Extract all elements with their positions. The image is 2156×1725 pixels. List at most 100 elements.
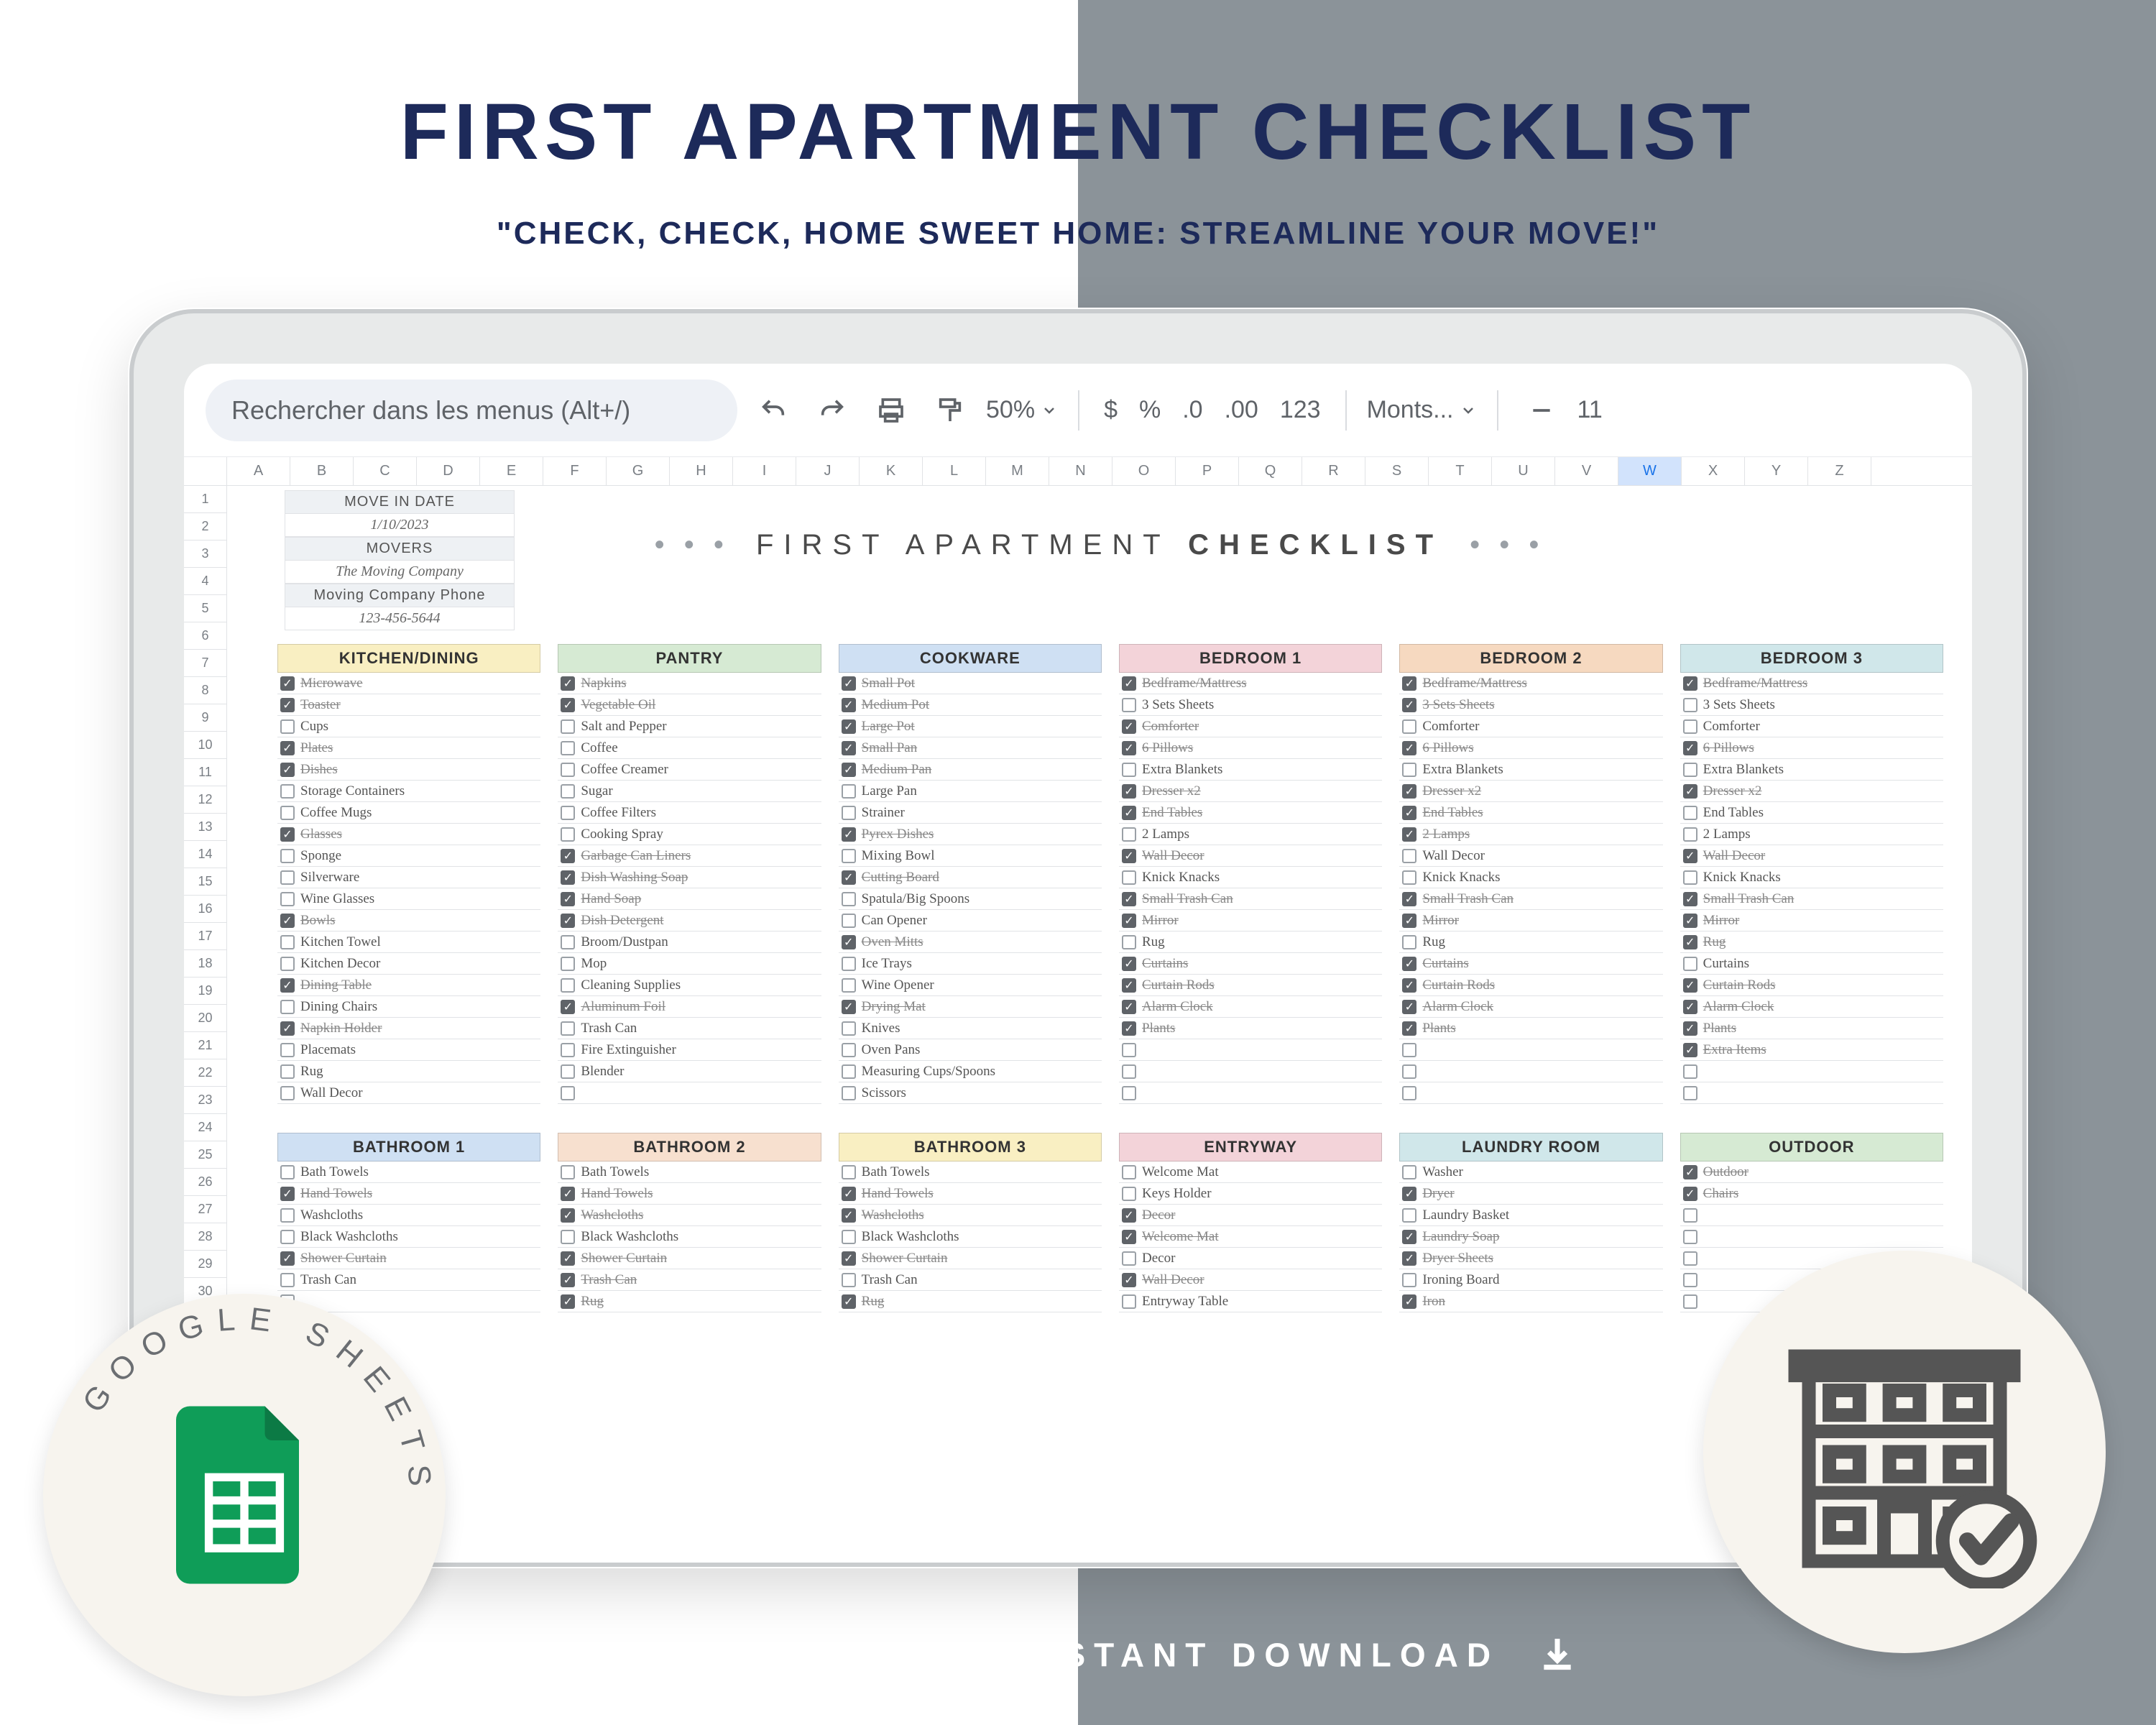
checkbox-icon[interactable]	[561, 1064, 575, 1079]
checkbox-icon[interactable]: ✓	[1683, 741, 1697, 755]
checkbox-icon[interactable]	[1683, 806, 1697, 820]
checklist-item[interactable]: ✓Hand Soap	[558, 888, 821, 910]
checklist-item[interactable]: Knick Knacks	[1119, 867, 1382, 888]
checkbox-icon[interactable]: ✓	[1122, 784, 1136, 799]
checklist-item[interactable]: ✓Small Pot	[839, 673, 1102, 694]
row-number[interactable]: 3	[184, 540, 226, 568]
movers-value[interactable]: The Moving Company	[285, 561, 515, 584]
column-header-G[interactable]: G	[607, 457, 670, 485]
checkbox-icon[interactable]: ✓	[1402, 1187, 1416, 1201]
checkbox-icon[interactable]: ✓	[1122, 741, 1136, 755]
checklist-item[interactable]: Coffee Filters	[558, 802, 821, 824]
checklist-item[interactable]: Extra Blankets	[1119, 759, 1382, 781]
checkbox-icon[interactable]: ✓	[1683, 914, 1697, 928]
checklist-item[interactable]: Storage Containers	[277, 781, 540, 802]
checkbox-icon[interactable]	[561, 719, 575, 734]
checklist-item[interactable]: ✓6 Pillows	[1680, 737, 1943, 759]
checkbox-icon[interactable]: ✓	[561, 676, 575, 691]
checkbox-icon[interactable]	[561, 1043, 575, 1057]
checkbox-icon[interactable]: ✓	[1402, 784, 1416, 799]
checklist-item[interactable]: ✓Dryer	[1399, 1183, 1662, 1205]
row-number[interactable]: 2	[184, 513, 226, 540]
checklist-item[interactable]: Mixing Bowl	[839, 845, 1102, 867]
checklist-item[interactable]: ✓Hand Towels	[277, 1183, 540, 1205]
checkbox-icon[interactable]: ✓	[1122, 806, 1136, 820]
column-header-U[interactable]: U	[1492, 457, 1555, 485]
checkbox-icon[interactable]	[561, 1021, 575, 1036]
checkbox-icon[interactable]	[280, 1064, 295, 1079]
checklist-item[interactable]: ✓3 Sets Sheets	[1399, 694, 1662, 716]
checkbox-icon[interactable]: ✓	[842, 719, 856, 734]
checklist-item[interactable]: ✓Mirror	[1399, 910, 1662, 932]
checkbox-icon[interactable]: ✓	[280, 763, 295, 777]
checklist-item[interactable]: Extra Blankets	[1399, 759, 1662, 781]
checkbox-icon[interactable]: ✓	[1402, 1294, 1416, 1309]
checklist-item[interactable]: ✓6 Pillows	[1399, 737, 1662, 759]
checklist-item[interactable]: Ironing Board	[1399, 1269, 1662, 1291]
checklist-item[interactable]: Knives	[839, 1018, 1102, 1039]
checkbox-icon[interactable]	[1683, 698, 1697, 712]
checkbox-icon[interactable]	[561, 827, 575, 842]
checklist-item[interactable]: ✓Curtain Rods	[1399, 975, 1662, 996]
checkbox-icon[interactable]: ✓	[842, 1294, 856, 1309]
checkbox-icon[interactable]	[280, 870, 295, 885]
column-header-Q[interactable]: Q	[1239, 457, 1302, 485]
checklist-item[interactable]: ✓Dish Detergent	[558, 910, 821, 932]
checklist-item[interactable]	[1399, 1082, 1662, 1104]
checklist-item[interactable]: Placemats	[277, 1039, 540, 1061]
checklist-item[interactable]: ✓Plants	[1119, 1018, 1382, 1039]
row-number[interactable]: 17	[184, 923, 226, 950]
checklist-item[interactable]: ✓Napkin Holder	[277, 1018, 540, 1039]
checkbox-icon[interactable]: ✓	[842, 827, 856, 842]
row-number[interactable]: 13	[184, 814, 226, 841]
checkbox-icon[interactable]	[842, 1165, 856, 1179]
zoom-dropdown[interactable]: 50%	[986, 396, 1058, 424]
row-number[interactable]: 19	[184, 978, 226, 1005]
checkbox-icon[interactable]	[280, 957, 295, 971]
checkbox-icon[interactable]	[1122, 1165, 1136, 1179]
checklist-item[interactable]: Welcome Mat	[1119, 1162, 1382, 1183]
checklist-item[interactable]: Blender	[558, 1061, 821, 1082]
checklist-item[interactable]: Wine Opener	[839, 975, 1102, 996]
column-header-Z[interactable]: Z	[1808, 457, 1871, 485]
row-number[interactable]: 22	[184, 1059, 226, 1087]
checkbox-icon[interactable]: ✓	[1122, 892, 1136, 906]
checkbox-icon[interactable]	[1122, 870, 1136, 885]
row-number[interactable]: 11	[184, 759, 226, 786]
checklist-item[interactable]: ✓Outdoor	[1680, 1162, 1943, 1183]
checklist-item[interactable]: Rug	[1399, 932, 1662, 953]
column-header-A[interactable]: A	[227, 457, 290, 485]
checklist-item[interactable]: Comforter	[1680, 716, 1943, 737]
checkbox-icon[interactable]	[561, 935, 575, 949]
percent-button[interactable]: %	[1135, 396, 1165, 424]
checkbox-icon[interactable]: ✓	[1402, 827, 1416, 842]
checkbox-icon[interactable]: ✓	[1683, 892, 1697, 906]
checklist-item[interactable]: Rug	[277, 1061, 540, 1082]
checkbox-icon[interactable]: ✓	[280, 1251, 295, 1266]
checkbox-icon[interactable]: ✓	[1122, 1021, 1136, 1036]
row-number[interactable]: 8	[184, 677, 226, 704]
checkbox-icon[interactable]: ✓	[1122, 1273, 1136, 1287]
checklist-item[interactable]: ✓Large Pot	[839, 716, 1102, 737]
checklist-item[interactable]: ✓Dish Washing Soap	[558, 867, 821, 888]
checkbox-icon[interactable]	[1402, 763, 1416, 777]
column-header-V[interactable]: V	[1555, 457, 1618, 485]
checkbox-icon[interactable]: ✓	[1402, 741, 1416, 755]
checkbox-icon[interactable]: ✓	[1683, 676, 1697, 691]
checkbox-icon[interactable]	[280, 892, 295, 906]
checkbox-icon[interactable]	[1122, 1064, 1136, 1079]
row-number[interactable]: 14	[184, 841, 226, 868]
checklist-item[interactable]: Entryway Table	[1119, 1291, 1382, 1312]
checkbox-icon[interactable]	[561, 1086, 575, 1100]
checklist-item[interactable]: ✓Plants	[1680, 1018, 1943, 1039]
checklist-item[interactable]	[1680, 1226, 1943, 1248]
checkbox-icon[interactable]: ✓	[1402, 698, 1416, 712]
row-number[interactable]: 4	[184, 568, 226, 595]
checklist-item[interactable]: ✓Mirror	[1119, 910, 1382, 932]
checklist-item[interactable]: ✓Aluminum Foil	[558, 996, 821, 1018]
checklist-item[interactable]: Knick Knacks	[1680, 867, 1943, 888]
checklist-item[interactable]: ✓Washcloths	[839, 1205, 1102, 1226]
checkbox-icon[interactable]: ✓	[842, 676, 856, 691]
row-number[interactable]: 15	[184, 868, 226, 896]
checkbox-icon[interactable]	[1402, 719, 1416, 734]
